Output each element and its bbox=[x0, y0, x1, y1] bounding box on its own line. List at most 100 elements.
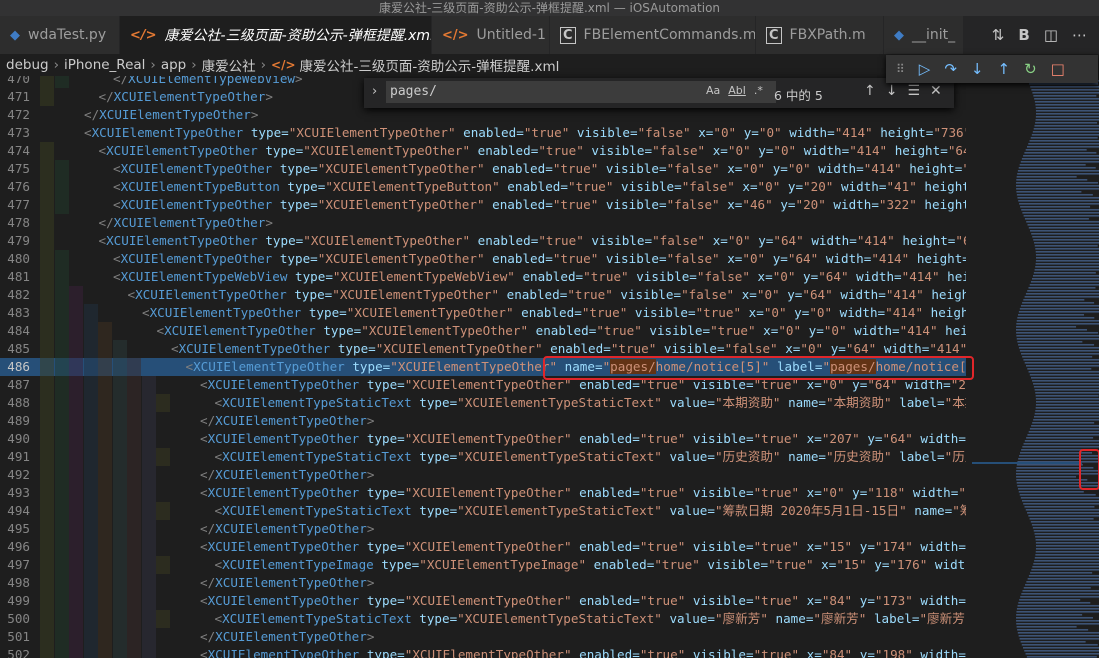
code-line[interactable]: 483 <XCUIElementTypeOther type="XCUIEleme… bbox=[0, 304, 966, 322]
indent-guide bbox=[127, 520, 141, 538]
tab-0[interactable]: ◆ wdaTest.py bbox=[0, 16, 120, 54]
tab-3[interactable]: C FBElementCommands.m bbox=[550, 16, 756, 54]
code-line[interactable]: 474 <XCUIElementTypeOther type="XCUIEleme… bbox=[0, 142, 966, 160]
code-line[interactable]: 498 </XCUIElementTypeOther> bbox=[0, 574, 966, 592]
code-line[interactable]: 497 <XCUIElementTypeImage type="XCUIEleme… bbox=[0, 556, 966, 574]
minimap-line bbox=[1029, 140, 1099, 142]
code-token: width= bbox=[832, 305, 886, 320]
minimap-line bbox=[1033, 128, 1099, 130]
minimap-line bbox=[1032, 527, 1099, 529]
minimap-line bbox=[1021, 449, 1083, 451]
minimap-line bbox=[1031, 233, 1099, 235]
code-line[interactable]: 495 </XCUIElementTypeOther> bbox=[0, 520, 966, 538]
code-token: "0" bbox=[742, 161, 766, 176]
code-text: <XCUIElementTypeOther type="XCUIElementT… bbox=[128, 286, 967, 304]
code-line[interactable]: 481 <XCUIElementTypeWebView type="XCUIEle… bbox=[0, 268, 966, 286]
step-into-icon[interactable]: ↓ bbox=[971, 60, 984, 78]
regex-toggle[interactable]: .* bbox=[754, 84, 763, 97]
tab-4[interactable]: C FBXPath.m bbox=[756, 16, 884, 54]
line-number: 480 bbox=[7, 251, 30, 266]
code-line[interactable]: 484 <XCUIElementTypeOther type="XCUIEleme… bbox=[0, 322, 966, 340]
tab-2[interactable]: </> Untitled-1 bbox=[432, 16, 550, 54]
stop-icon[interactable]: □ bbox=[1051, 60, 1065, 78]
code-line[interactable]: 473 <XCUIElementTypeOther type="XCUIEleme… bbox=[0, 124, 966, 142]
code-text: <XCUIElementTypeOther type="XCUIElementT… bbox=[200, 484, 966, 502]
whole-word-toggle[interactable]: Abl bbox=[728, 84, 746, 97]
indent-guide bbox=[54, 466, 69, 484]
code-line[interactable]: 491 <XCUIElementTypeStaticText type="XCUI… bbox=[0, 448, 966, 466]
code-line[interactable]: 482 <XCUIElementTypeOther type="XCUIEleme… bbox=[0, 286, 966, 304]
breadcrumb-item[interactable]: debug bbox=[6, 57, 49, 73]
code-line[interactable]: 494 <XCUIElementTypeStaticText type="XCUI… bbox=[0, 502, 966, 520]
indent-guide bbox=[156, 556, 170, 574]
line-number: 478 bbox=[7, 215, 30, 230]
restart-icon[interactable]: ↻ bbox=[1024, 60, 1037, 78]
bold-icon[interactable]: B bbox=[1018, 26, 1029, 44]
code-line[interactable]: 502 <XCUIElementTypeOther type="XCUIEleme… bbox=[0, 646, 966, 658]
step-out-icon[interactable]: ↑ bbox=[998, 60, 1011, 78]
code-token: "0" bbox=[756, 287, 780, 302]
code-text: <XCUIElementTypeStaticText type="XCUIEle… bbox=[215, 610, 967, 628]
indent-guide bbox=[54, 250, 69, 268]
git-compare-icon[interactable]: ⇅ bbox=[992, 26, 1005, 44]
breadcrumb-item[interactable]: 康爱公社-三级页面-资助公示-弹框提醒.xml bbox=[300, 55, 560, 75]
code-token: "true" bbox=[753, 485, 800, 500]
more-icon[interactable]: ⋯ bbox=[1072, 26, 1087, 44]
code-token: "XCUIElementTypeStaticText" bbox=[457, 611, 662, 626]
indent-guide bbox=[54, 178, 69, 196]
find-in-selection-icon[interactable]: ☰ bbox=[907, 83, 920, 99]
code-line[interactable]: 489 </XCUIElementTypeOther> bbox=[0, 412, 966, 430]
code-line[interactable]: 493 <XCUIElementTypeOther type="XCUIEleme… bbox=[0, 484, 966, 502]
code-line[interactable]: 500 <XCUIElementTypeStaticText type="XCUI… bbox=[0, 610, 966, 628]
minimap-line bbox=[1024, 362, 1099, 364]
indent-guide bbox=[54, 574, 69, 592]
code-token: "414" bbox=[929, 341, 966, 356]
minimap-line bbox=[1032, 275, 1099, 277]
breadcrumb-item[interactable]: app bbox=[161, 57, 186, 73]
next-match-icon[interactable]: ↓ bbox=[886, 83, 898, 99]
code-line[interactable]: 478 </XCUIElementTypeOther> bbox=[0, 214, 966, 232]
code-token: "历史资助" bbox=[944, 449, 966, 464]
code-line[interactable]: 476 <XCUIElementTypeButton type="XCUIElem… bbox=[0, 178, 966, 196]
code-line[interactable]: 472 </XCUIElementTypeOther> bbox=[0, 106, 966, 124]
code-line[interactable]: 490 <XCUIElementTypeOther type="XCUIEleme… bbox=[0, 430, 966, 448]
drag-handle-icon[interactable]: ⠿ bbox=[896, 62, 905, 76]
code-token: label= bbox=[891, 449, 945, 464]
code-text: </XCUIElementTypeOther> bbox=[200, 574, 374, 592]
match-case-toggle[interactable]: Aa bbox=[706, 84, 720, 97]
code-token: enabled= bbox=[571, 593, 640, 608]
code-token: </ bbox=[200, 575, 216, 590]
toggle-replace-chevron-icon[interactable]: › bbox=[372, 84, 377, 99]
code-token: width= bbox=[912, 431, 966, 446]
minimap-line bbox=[1018, 347, 1099, 349]
code-token: "false" bbox=[666, 197, 720, 212]
indent-guide bbox=[69, 340, 83, 358]
code-line[interactable]: 499 <XCUIElementTypeOther type="XCUIEleme… bbox=[0, 592, 966, 610]
code-line[interactable]: 480 <XCUIElementTypeOther type="XCUIEleme… bbox=[0, 250, 966, 268]
step-over-icon[interactable]: ↷ bbox=[944, 60, 957, 78]
minimap-line bbox=[1030, 230, 1099, 232]
minimap[interactable] bbox=[966, 76, 1099, 658]
code-line[interactable]: 475 <XCUIElementTypeOther type="XCUIEleme… bbox=[0, 160, 966, 178]
code-line[interactable]: 477 <XCUIElementTypeOther type="XCUIEleme… bbox=[0, 196, 966, 214]
code-token: XCUIElementTypeOther bbox=[120, 251, 273, 266]
breadcrumb-item[interactable]: 康爱公社 bbox=[202, 55, 256, 75]
split-editor-icon[interactable]: ◫ bbox=[1044, 26, 1058, 44]
minimap-line bbox=[1024, 296, 1099, 298]
code-line[interactable]: 479 <XCUIElementTypeOther type="XCUIEleme… bbox=[0, 232, 966, 250]
close-icon[interactable]: ✕ bbox=[930, 83, 942, 99]
previous-match-icon[interactable]: ↑ bbox=[864, 83, 876, 99]
continue-icon[interactable]: ▷ bbox=[919, 60, 931, 78]
code-line[interactable]: 501 </XCUIElementTypeOther> bbox=[0, 628, 966, 646]
minimap-viewport[interactable] bbox=[966, 76, 1099, 658]
code-line[interactable]: 492 </XCUIElementTypeOther> bbox=[0, 466, 966, 484]
code-line[interactable]: 496 <XCUIElementTypeOther type="XCUIEleme… bbox=[0, 538, 966, 556]
code-token: < bbox=[200, 539, 208, 554]
code-token: visible= bbox=[685, 485, 754, 500]
code-line[interactable]: 488 <XCUIElementTypeStaticText type="XCUI… bbox=[0, 394, 966, 412]
minimap-line bbox=[1033, 239, 1099, 241]
tab-1[interactable]: </> 康爱公社-三级页面-资助公示-弹框提醒.xml bbox=[120, 16, 432, 54]
tab-5[interactable]: ◆ __init_ bbox=[884, 16, 964, 54]
code-token: > bbox=[265, 215, 273, 230]
breadcrumb-item[interactable]: iPhone_Real bbox=[64, 57, 145, 73]
